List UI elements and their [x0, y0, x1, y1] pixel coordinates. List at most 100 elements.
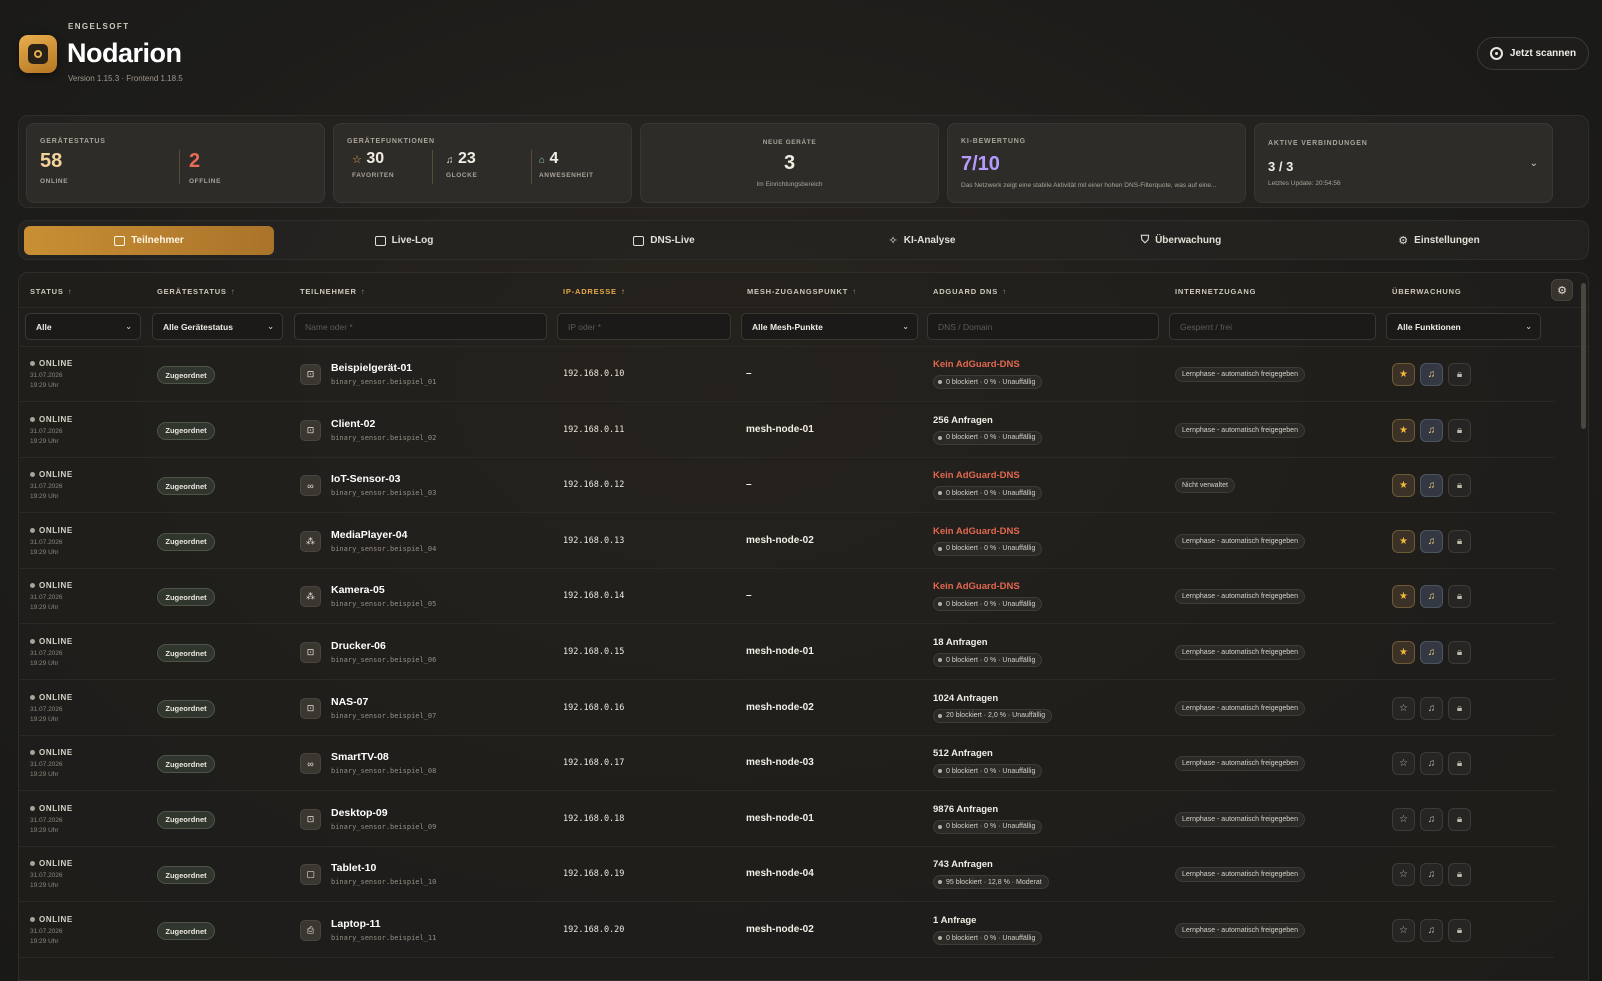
bell-icon[interactable]: ♫	[1420, 696, 1443, 720]
bell-icon[interactable]: ♫	[1420, 919, 1443, 942]
col-geraetestatus[interactable]: GERÄTESTATUS ↑	[157, 287, 236, 296]
device-name[interactable]: MediaPlayer-04	[331, 529, 407, 541]
table-row[interactable]: ONLINE 31.07.2026 19:29 Uhr Zugeordnet ⊡ Beis…	[19, 347, 1554, 402]
scan-now-button[interactable]: Jetzt scannen	[1477, 37, 1589, 70]
internet-access-status[interactable]: Lernphase - automatisch freigegeben	[1175, 923, 1305, 938]
mesh-filter[interactable]: Alle Mesh-Punkte ⌄	[741, 313, 918, 340]
tab-ueberwachung[interactable]: ⛉ Überwachung	[1056, 226, 1306, 255]
internet-access-status[interactable]: Lernphase - automatisch freigegeben	[1175, 589, 1305, 605]
favorite-star-icon[interactable]: ☆	[1392, 807, 1415, 831]
table-row[interactable]: ONLINE 31.07.2026 19:29 Uhr Zugeordnet ⁂ Kame…	[19, 569, 1554, 625]
device-name[interactable]: Drucker-06	[331, 640, 386, 652]
table-row[interactable]: ONLINE 31.07.2026 19:29 Uhr Zugeordnet ⊡ Clie…	[19, 403, 1554, 458]
col-status[interactable]: STATUS ↑	[30, 287, 73, 296]
bell-icon[interactable]: ♫	[1420, 363, 1443, 386]
internet-access-status[interactable]: Lernphase - automatisch freigegeben	[1175, 422, 1305, 438]
lock-icon[interactable]: 🔒︎	[1448, 863, 1471, 887]
device-name[interactable]: IoT-Sensor-03	[331, 473, 400, 485]
favorite-star-icon[interactable]: ★	[1392, 418, 1415, 442]
internet-access-status[interactable]: Lernphase - automatisch freigegeben	[1175, 367, 1305, 382]
internet-access-status[interactable]: Lernphase - automatisch freigegeben	[1175, 533, 1305, 549]
favorite-star-icon[interactable]: ☆	[1392, 919, 1415, 942]
internet-access-status[interactable]: Lernphase - automatisch freigegeben	[1175, 700, 1305, 716]
lock-icon[interactable]: 🔒︎	[1448, 696, 1471, 720]
bell-icon[interactable]: ♫	[1420, 863, 1443, 887]
internet-access-status[interactable]: Lernphase - automatisch freigegeben	[1175, 867, 1305, 883]
lock-icon[interactable]: 🔒︎	[1448, 418, 1471, 442]
lock-icon[interactable]: 🔒︎	[1448, 641, 1471, 664]
table-row[interactable]: ONLINE 31.07.2026 19:29 Uhr Zugeordnet ⎙ Lapt…	[19, 903, 1554, 958]
status-filter[interactable]: Alle ⌄	[25, 313, 141, 340]
column-settings-button[interactable]: ⚙	[1551, 279, 1573, 301]
internet-filter[interactable]: Gesperrt / frei	[1169, 313, 1376, 340]
col-adguard[interactable]: ADGUARD DNS ↑	[933, 287, 1007, 296]
bell-icon[interactable]: ♫	[1420, 752, 1443, 776]
device-name[interactable]: Laptop-11	[331, 918, 381, 930]
table-row[interactable]: ONLINE 31.07.2026 19:29 Uhr Zugeordnet ∞ IoT-…	[19, 458, 1554, 514]
bell-icon: ♫	[446, 155, 454, 166]
bell-icon[interactable]: ♫	[1420, 641, 1443, 664]
favorite-star-icon[interactable]: ★	[1392, 529, 1415, 553]
favorite-star-icon[interactable]: ☆	[1392, 752, 1415, 776]
lock-icon[interactable]: 🔒︎	[1448, 363, 1471, 386]
bell-icon[interactable]: ♫	[1420, 585, 1443, 609]
internet-access-status[interactable]: Nicht verwaltet	[1175, 478, 1235, 494]
device-name[interactable]: Kamera-05	[331, 584, 385, 596]
favorite-star-icon[interactable]: ☆	[1392, 863, 1415, 887]
bell-icon[interactable]: ♫	[1420, 418, 1443, 442]
device-name[interactable]: SmartTV-08	[331, 751, 389, 763]
device-name[interactable]: Beispielgerät-01	[331, 362, 412, 374]
device-name[interactable]: NAS-07	[331, 696, 368, 708]
lock-icon[interactable]: 🔒︎	[1448, 752, 1471, 776]
chevron-down-icon[interactable]: ⌄	[1530, 158, 1538, 169]
tab-einstellungen[interactable]: ⚙ Einstellungen	[1314, 226, 1564, 255]
device-name[interactable]: Tablet-10	[331, 862, 376, 874]
bell-icon[interactable]: ♫	[1420, 529, 1443, 553]
col-ip[interactable]: IP-ADRESSE ↑	[563, 287, 626, 296]
device-name[interactable]: Client-02	[331, 418, 375, 430]
table-row[interactable]: ONLINE 31.07.2026 19:29 Uhr Zugeordnet ⊡ Druc…	[19, 625, 1554, 680]
favorite-star-icon[interactable]: ★	[1392, 474, 1415, 498]
internet-access-status[interactable]: Lernphase - automatisch freigegeben	[1175, 756, 1305, 772]
status-text: ONLINE	[39, 692, 73, 702]
bell-icon[interactable]: ♫	[1420, 474, 1443, 498]
table-row[interactable]: ONLINE 31.07.2026 19:29 Uhr Zugeordnet ⊡ Desk…	[19, 792, 1554, 847]
chevron-down-icon: ⌄	[902, 322, 909, 331]
lock-icon[interactable]: 🔒︎	[1448, 585, 1471, 609]
device-name[interactable]: Desktop-09	[331, 807, 388, 819]
lock-icon[interactable]: 🔒︎	[1448, 529, 1471, 553]
bell-icon[interactable]: ♫	[1420, 807, 1443, 831]
ip-filter[interactable]: IP oder *	[557, 313, 731, 340]
ip-address: 192.168.0.11	[563, 424, 625, 435]
favorite-star-icon[interactable]: ★	[1392, 641, 1415, 664]
tab-live-log[interactable]: Live-Log	[279, 226, 529, 255]
internet-access-status[interactable]: Lernphase - automatisch freigegeben	[1175, 811, 1305, 827]
dns-stats-text: 0 blockiert · 0 % · Unauffällig	[946, 934, 1036, 942]
scrollbar[interactable]	[1581, 283, 1586, 429]
status-cell: ONLINE 31.07.2026 19:29 Uhr	[30, 915, 73, 947]
ueberwachung-filter[interactable]: Alle Funktionen ⌄	[1386, 313, 1541, 340]
favorite-star-icon[interactable]: ☆	[1392, 696, 1415, 720]
table-row[interactable]: ONLINE 31.07.2026 19:29 Uhr Zugeordnet ▢ Tabl…	[19, 847, 1554, 903]
favorite-star-icon[interactable]: ★	[1392, 363, 1415, 386]
favorite-star-icon[interactable]: ★	[1392, 585, 1415, 609]
anwesenheit-label: ANWESENHEIT	[539, 172, 594, 179]
tab-dns-live[interactable]: DNS-Live	[539, 226, 789, 255]
tab-teilnehmer[interactable]: Teilnehmer	[24, 226, 274, 255]
dns-filter[interactable]: DNS / Domain	[927, 313, 1159, 340]
table-row[interactable]: ONLINE 31.07.2026 19:29 Uhr Zugeordnet ∞ Smar…	[19, 736, 1554, 792]
lock-icon[interactable]: 🔒︎	[1448, 807, 1471, 831]
table-row[interactable]: ONLINE 31.07.2026 19:29 Uhr Zugeordnet ⁂ Medi…	[19, 514, 1554, 569]
lock-icon[interactable]: 🔒︎	[1448, 474, 1471, 498]
col-teilnehmer[interactable]: TEILNEHMER ↑	[300, 287, 366, 296]
monitoring-actions: ★ ♫ 🔒︎	[1392, 641, 1471, 664]
teilnehmer-filter[interactable]: Name oder *	[294, 313, 547, 340]
tab-ki-analyse[interactable]: ✧ KI-Analyse	[797, 226, 1047, 255]
device-icon: ▢	[300, 864, 321, 886]
col-mesh[interactable]: MESH-ZUGANGSPUNKT ↑	[747, 287, 857, 296]
table-row[interactable]: ONLINE 31.07.2026 19:29 Uhr Zugeordnet ⊡ NAS-…	[19, 681, 1554, 736]
card-aktive-verbindungen[interactable]: AKTIVE VERBINDUNGEN 3 / 3 Letztes Update…	[1254, 123, 1553, 203]
lock-icon[interactable]: 🔒︎	[1448, 919, 1471, 942]
internet-access-status[interactable]: Lernphase - automatisch freigegeben	[1175, 645, 1305, 660]
geraetestatus-filter[interactable]: Alle Gerätestatus ⌄	[152, 313, 283, 340]
